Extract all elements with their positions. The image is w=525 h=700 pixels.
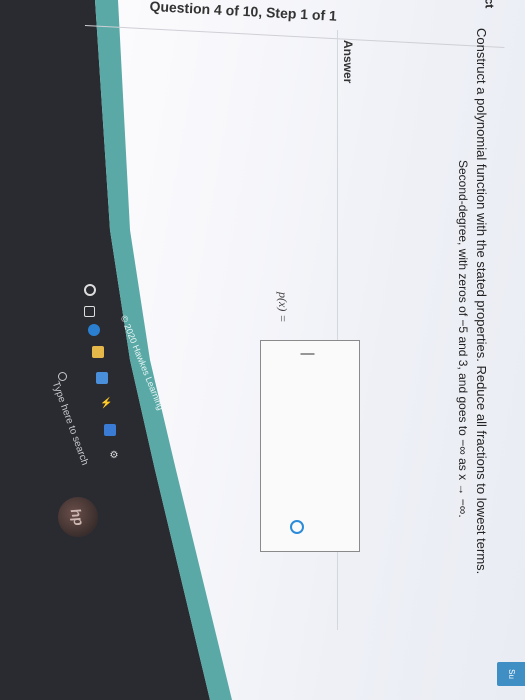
store-icon[interactable]: [96, 372, 108, 384]
answer-input[interactable]: [260, 340, 360, 552]
answer-label: Answer: [341, 40, 355, 84]
page-content: Question 4 of 10, Step 1 of 1 Correct Co…: [0, 0, 525, 700]
radio-button[interactable]: [290, 520, 304, 534]
folder-icon[interactable]: [92, 346, 104, 358]
task-view-icon[interactable]: [84, 306, 95, 317]
function-label: p(x) =: [276, 292, 290, 323]
header-divider: [84, 25, 505, 48]
text-caret: [300, 353, 315, 355]
hp-logo-text: hp: [68, 506, 88, 528]
correct-status: Correct: [482, 0, 497, 8]
taskbar-search-input[interactable]: Type here to search: [50, 380, 91, 467]
gear-icon[interactable]: ⚙: [108, 450, 120, 462]
question-prompt: Construct a polynomial function with the…: [474, 28, 489, 575]
flash-icon[interactable]: ⚡: [100, 398, 112, 410]
submit-button[interactable]: Su: [497, 662, 525, 686]
photo-stage: Question 4 of 10, Step 1 of 1 Correct Co…: [0, 0, 525, 700]
question-properties: Second-degree, with zeros of −5 and 3, a…: [456, 160, 470, 518]
mail-icon[interactable]: [104, 424, 116, 436]
copyright-text: © 2020 Hawkes Learning: [118, 314, 166, 412]
question-breadcrumb: Question 4 of 10, Step 1 of 1: [149, 0, 338, 24]
hp-logo: hp: [58, 497, 98, 537]
edge-icon[interactable]: [88, 324, 100, 336]
submit-label: Su: [506, 669, 516, 679]
cortana-icon[interactable]: [84, 284, 96, 296]
